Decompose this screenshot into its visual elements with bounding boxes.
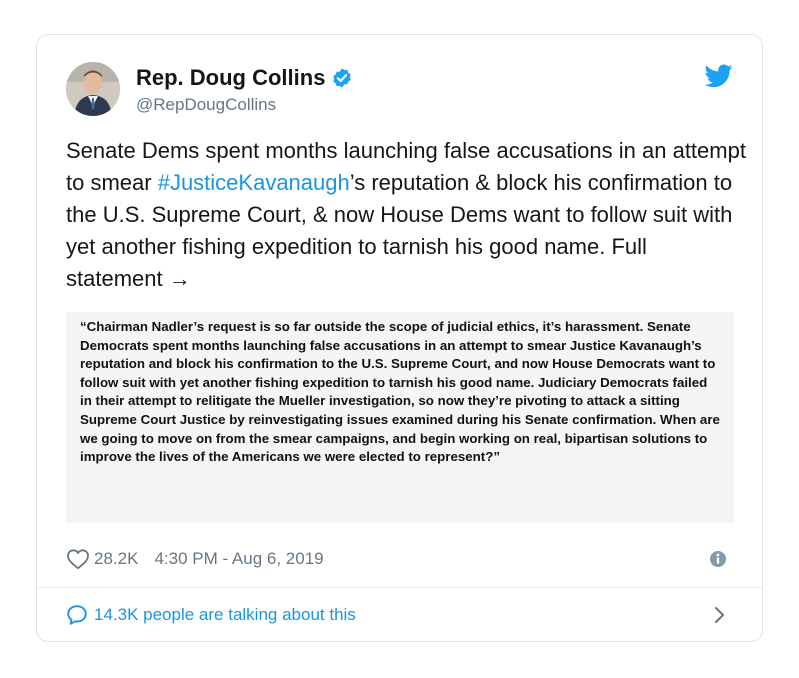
display-name-row: Rep. Doug Collins [136,64,353,92]
tweet-meta: 28.2K 4:30 PM - Aug 6, 2019 [66,546,733,572]
tweet-card: Rep. Doug Collins @RepDougCollins Senate… [36,34,763,642]
tweet-header: Rep. Doug Collins @RepDougCollins [66,62,733,118]
talking-link[interactable]: 14.3K people are talking about this [66,601,733,629]
talking-count: 14.3K people are talking about this [94,605,356,624]
author-handle[interactable]: @RepDougCollins [136,94,353,116]
tweet-text: Senate Dems spent months launching false… [66,135,746,295]
timestamp[interactable]: 4:30 PM - Aug 6, 2019 [154,549,323,569]
author-names: Rep. Doug Collins @RepDougCollins [136,64,353,116]
avatar[interactable] [66,62,120,116]
chevron-right-icon [713,606,725,624]
verified-badge-icon [331,67,353,89]
heart-icon[interactable] [66,548,90,570]
display-name[interactable]: Rep. Doug Collins [136,64,325,92]
speech-bubble-icon [66,604,88,626]
statement-image[interactable]: “Chairman Nadler’s request is so far out… [66,312,734,523]
divider [37,587,762,588]
info-icon[interactable] [709,550,727,568]
like-count[interactable]: 28.2K [94,549,138,569]
twitter-bird-icon[interactable] [704,64,733,88]
hashtag-link[interactable]: #JusticeKavanaugh [158,170,350,195]
statement-text: “Chairman Nadler’s request is so far out… [80,319,720,465]
